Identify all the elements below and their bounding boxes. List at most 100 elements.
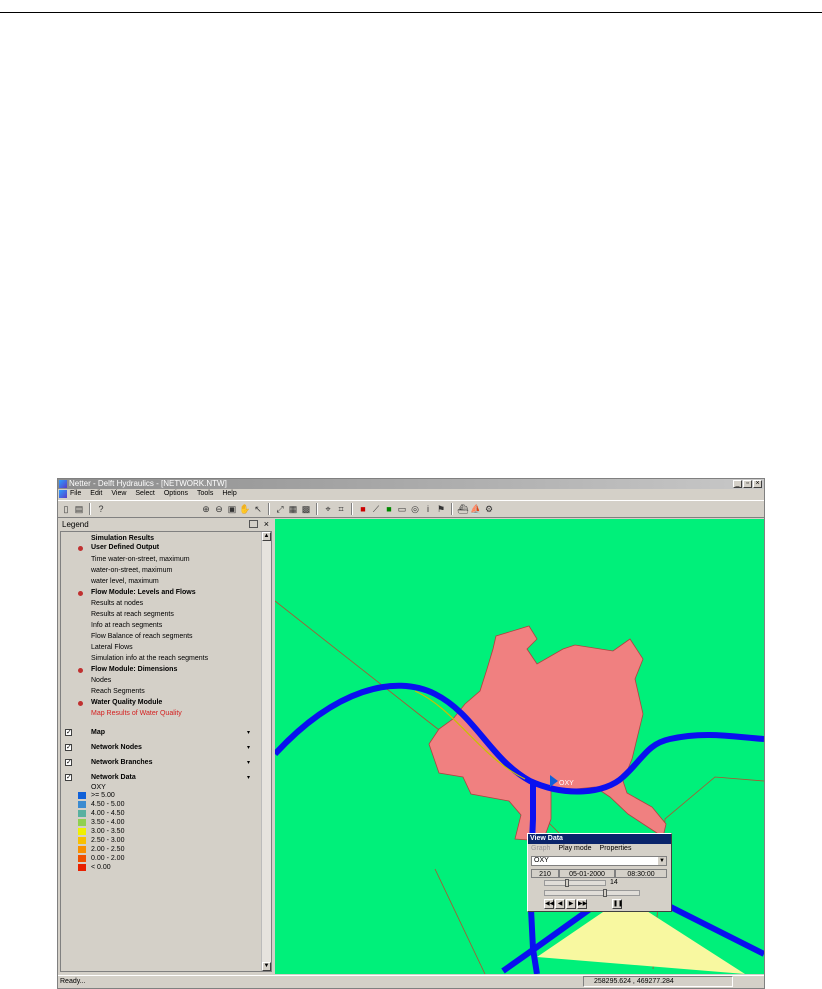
- legend-group-user-defined[interactable]: User Defined Output: [91, 543, 159, 552]
- legend-item-active[interactable]: Map Results of Water Quality: [91, 709, 182, 718]
- layer-network-branches-checkbox[interactable]: ✓: [65, 759, 72, 766]
- expand-arrow-icon[interactable]: ▾: [247, 759, 250, 766]
- layer-network-branches-label[interactable]: Network Branches: [91, 758, 152, 767]
- flag-icon[interactable]: ⚑: [435, 503, 447, 515]
- layer-network-data-label[interactable]: Network Data: [91, 773, 136, 782]
- scroll-down-icon[interactable]: ▼: [262, 962, 271, 971]
- legend-item[interactable]: water level, maximum: [91, 577, 159, 586]
- status-text: Ready...: [60, 978, 86, 985]
- menu-file[interactable]: File: [70, 489, 81, 499]
- info-icon[interactable]: i: [422, 503, 434, 515]
- legend-class-label: 4.00 - 4.50: [91, 810, 125, 817]
- close-button[interactable]: ×: [753, 480, 762, 488]
- menu-help[interactable]: Help: [222, 489, 236, 499]
- vd-menu-graph[interactable]: Graph: [531, 845, 550, 852]
- edit-node-icon[interactable]: ⌖: [322, 503, 334, 515]
- speed-slider[interactable]: [544, 879, 606, 887]
- legend-item[interactable]: Lateral Flows: [91, 643, 133, 652]
- expand-arrow-icon[interactable]: ▾: [247, 744, 250, 751]
- menu-bar: File Edit View Select Options Tools Help: [58, 489, 764, 499]
- pan-hand-icon[interactable]: ✋: [239, 503, 251, 515]
- marker-red-icon[interactable]: ■: [357, 503, 369, 515]
- legend-item[interactable]: Reach Segments: [91, 687, 145, 696]
- dock-icon[interactable]: [249, 520, 258, 528]
- legend-item[interactable]: Info at reach segments: [91, 621, 162, 630]
- vd-menu-play-mode[interactable]: Play mode: [558, 845, 591, 852]
- menu-select[interactable]: Select: [135, 489, 154, 499]
- view-data-menu: Graph Play mode Properties: [531, 845, 631, 852]
- print-icon[interactable]: ▤: [73, 503, 85, 515]
- pause-icon[interactable]: ❚❚: [612, 899, 623, 909]
- time-slider[interactable]: [544, 889, 640, 897]
- map-canvas[interactable]: OXY View Data Graph Play mode Properties…: [275, 519, 764, 974]
- zoom-in-icon[interactable]: ⊕: [200, 503, 212, 515]
- toolbar-zoom-group: ⊕ ⊖ ▣ ✋ ↖ ⤢ ▦ ▩ ⌖ ⌗ ■ ⟋ ■ ▭ ◎ i ⚑ ⛴ ⛵ ⚙: [200, 503, 495, 515]
- table-icon[interactable]: ▭: [396, 503, 408, 515]
- parameter-select-value: OXY: [534, 857, 549, 864]
- edit-branch-icon[interactable]: ⌗: [335, 503, 347, 515]
- menu-view[interactable]: View: [111, 489, 126, 499]
- measure-icon[interactable]: ⟋: [370, 503, 382, 515]
- title-bar[interactable]: Netter - Delft Hydraulics - [NETWORK.NTW…: [58, 479, 764, 489]
- map-layer-icon[interactable]: ■: [383, 503, 395, 515]
- legend-header: Legend ×: [60, 519, 272, 530]
- simulation-icon[interactable]: ⛴: [457, 503, 469, 515]
- legend-swatch-0: [78, 792, 86, 799]
- vd-menu-properties[interactable]: Properties: [600, 845, 632, 852]
- restore-button[interactable]: ▫: [743, 480, 752, 488]
- legend-item[interactable]: Time water-on-street, maximum: [91, 555, 190, 564]
- zoom-full-icon[interactable]: ▩: [300, 503, 312, 515]
- menu-edit[interactable]: Edit: [90, 489, 102, 499]
- select-arrow-icon[interactable]: ↖: [252, 503, 264, 515]
- legend-class-label: 4.50 - 5.00: [91, 801, 125, 808]
- expand-arrow-icon[interactable]: ▾: [247, 729, 250, 736]
- legend-group-water-quality[interactable]: Water Quality Module: [91, 698, 162, 707]
- zoom-extent-icon[interactable]: ⤢: [274, 503, 286, 515]
- legend-item[interactable]: Simulation info at the reach segments: [91, 654, 208, 663]
- legend-item[interactable]: Results at nodes: [91, 599, 143, 608]
- play-icon[interactable]: ▶: [566, 899, 576, 909]
- new-file-icon[interactable]: ▯: [60, 503, 72, 515]
- legend-scrollbar[interactable]: ▲ ▼: [261, 532, 271, 971]
- legend-item[interactable]: water-on-street, maximum: [91, 566, 172, 575]
- time-slider-thumb[interactable]: [603, 889, 607, 897]
- parameter-select[interactable]: OXY ▼: [531, 856, 667, 866]
- menu-options[interactable]: Options: [164, 489, 188, 499]
- zoom-out-icon[interactable]: ⊖: [213, 503, 225, 515]
- legend-group-simulation-results[interactable]: Simulation Results: [91, 534, 154, 543]
- layer-map-label[interactable]: Map: [91, 728, 105, 737]
- animation-icon[interactable]: ⚙: [483, 503, 495, 515]
- legend-swatch-4: [78, 828, 86, 835]
- legend-group-flow-dimensions[interactable]: Flow Module: Dimensions: [91, 665, 177, 674]
- legend-class-list: >= 5.00 4.50 - 5.00 4.00 - 4.50 3.50 - 4…: [61, 792, 261, 876]
- layer-map-checkbox[interactable]: ✓: [65, 729, 72, 736]
- toolbar-separator: [451, 503, 453, 515]
- scroll-up-icon[interactable]: ▲: [262, 532, 271, 541]
- view-data-dialog: View Data Graph Play mode Properties OXY…: [527, 833, 672, 912]
- legend-close-icon[interactable]: ×: [264, 519, 269, 530]
- fast-forward-icon[interactable]: ▶▶: [577, 899, 587, 909]
- results-icon[interactable]: ⛵: [470, 503, 482, 515]
- document-icon[interactable]: [59, 490, 67, 498]
- zoom-layer-icon[interactable]: ▦: [287, 503, 299, 515]
- netter-app-icon[interactable]: [59, 480, 67, 488]
- expand-arrow-icon[interactable]: ▾: [247, 774, 250, 781]
- step-field: 210: [531, 869, 559, 878]
- legend-item[interactable]: Flow Balance of reach segments: [91, 632, 193, 641]
- layer-network-nodes-label[interactable]: Network Nodes: [91, 743, 142, 752]
- zoom-window-icon[interactable]: ▣: [226, 503, 238, 515]
- view-data-title[interactable]: View Data: [528, 834, 671, 844]
- menu-tools[interactable]: Tools: [197, 489, 213, 499]
- help-icon[interactable]: ?: [95, 503, 107, 515]
- legend-item[interactable]: Results at reach segments: [91, 610, 174, 619]
- legend-item[interactable]: Nodes: [91, 676, 111, 685]
- layer-network-data-checkbox[interactable]: ✓: [65, 774, 72, 781]
- legend-group-flow-levels[interactable]: Flow Module: Levels and Flows: [91, 588, 196, 597]
- rewind-icon[interactable]: ◀◀: [544, 899, 554, 909]
- query-icon[interactable]: ◎: [409, 503, 421, 515]
- layer-network-nodes-checkbox[interactable]: ✓: [65, 744, 72, 751]
- speed-slider-thumb[interactable]: [565, 879, 569, 887]
- step-back-icon[interactable]: ◀: [555, 899, 565, 909]
- chevron-down-icon[interactable]: ▼: [658, 857, 666, 865]
- minimize-button[interactable]: _: [733, 480, 742, 488]
